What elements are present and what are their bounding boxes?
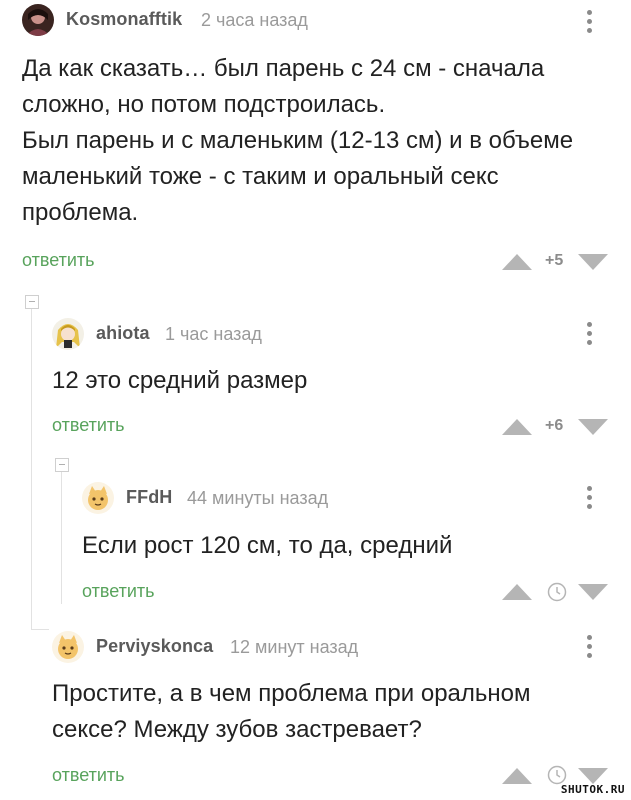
comment-text-line: сложно, но потом подстроилась. <box>22 91 386 118</box>
reply-button[interactable]: ответить <box>52 415 125 436</box>
more-options-icon[interactable] <box>586 635 592 661</box>
comment-author[interactable]: Kosmonafftik <box>66 9 182 30</box>
upvote-icon[interactable] <box>502 419 532 435</box>
comment-time: 2 часа назад <box>201 10 308 30</box>
watermark: SHUTOK.RU <box>560 783 625 796</box>
avatar-dark-photo-icon <box>22 4 54 36</box>
comment-text-line: сексе? Между зубов застревает? <box>52 716 422 743</box>
downvote-icon[interactable] <box>578 584 608 600</box>
collapse-thread-icon[interactable] <box>25 295 39 309</box>
comment-text-line: Если рост 120 см, то да, средний <box>82 532 453 559</box>
upvote-icon[interactable] <box>502 768 532 784</box>
upvote-icon[interactable] <box>502 584 532 600</box>
comment-author[interactable]: FFdH <box>126 487 172 508</box>
comment-author[interactable]: ahiota <box>96 323 150 344</box>
downvote-icon[interactable] <box>578 254 608 270</box>
comment-text-line: Простите, а в чем проблема при оральном <box>52 680 531 707</box>
comment-text-line: проблема. <box>22 199 139 226</box>
more-options-icon[interactable] <box>586 486 592 512</box>
upvote-icon[interactable] <box>502 254 532 270</box>
comment-text-line: Был парень и с маленьким (12-13 см) и в … <box>22 127 574 154</box>
more-options-icon[interactable] <box>586 10 592 36</box>
downvote-icon[interactable] <box>578 768 608 784</box>
thread-line <box>31 629 49 630</box>
avatar[interactable] <box>82 482 114 514</box>
comment-text-line: маленький тоже - с таким и оральный секс <box>22 163 499 190</box>
thread-line <box>61 472 62 604</box>
comment-author[interactable]: Perviyskonca <box>96 636 213 657</box>
comment-time: 1 час назад <box>165 324 262 344</box>
comment-time: 44 минуты назад <box>187 488 329 508</box>
reply-button[interactable]: ответить <box>22 250 95 271</box>
avatar-yellow-cat-icon <box>52 631 84 663</box>
more-options-icon[interactable] <box>586 322 592 348</box>
avatar[interactable] <box>52 631 84 663</box>
avatar[interactable] <box>52 318 84 350</box>
collapse-thread-icon[interactable] <box>55 458 69 472</box>
clock-icon <box>547 582 567 602</box>
avatar-anime-girl-icon <box>52 318 84 350</box>
reply-button[interactable]: ответить <box>52 765 125 786</box>
avatar[interactable] <box>22 4 54 36</box>
thread-line <box>31 309 32 629</box>
avatar-yellow-cat-icon <box>82 482 114 514</box>
comment-score: +5 <box>545 252 564 269</box>
comment-score: +6 <box>545 417 564 434</box>
comment-time: 12 минут назад <box>230 637 359 657</box>
comment-text-line: 12 это средний размер <box>52 367 308 394</box>
comment-text-line: Да как сказать… был парень с 24 см - сна… <box>22 55 545 82</box>
clock-icon <box>547 765 567 785</box>
downvote-icon[interactable] <box>578 419 608 435</box>
reply-button[interactable]: ответить <box>82 581 155 602</box>
